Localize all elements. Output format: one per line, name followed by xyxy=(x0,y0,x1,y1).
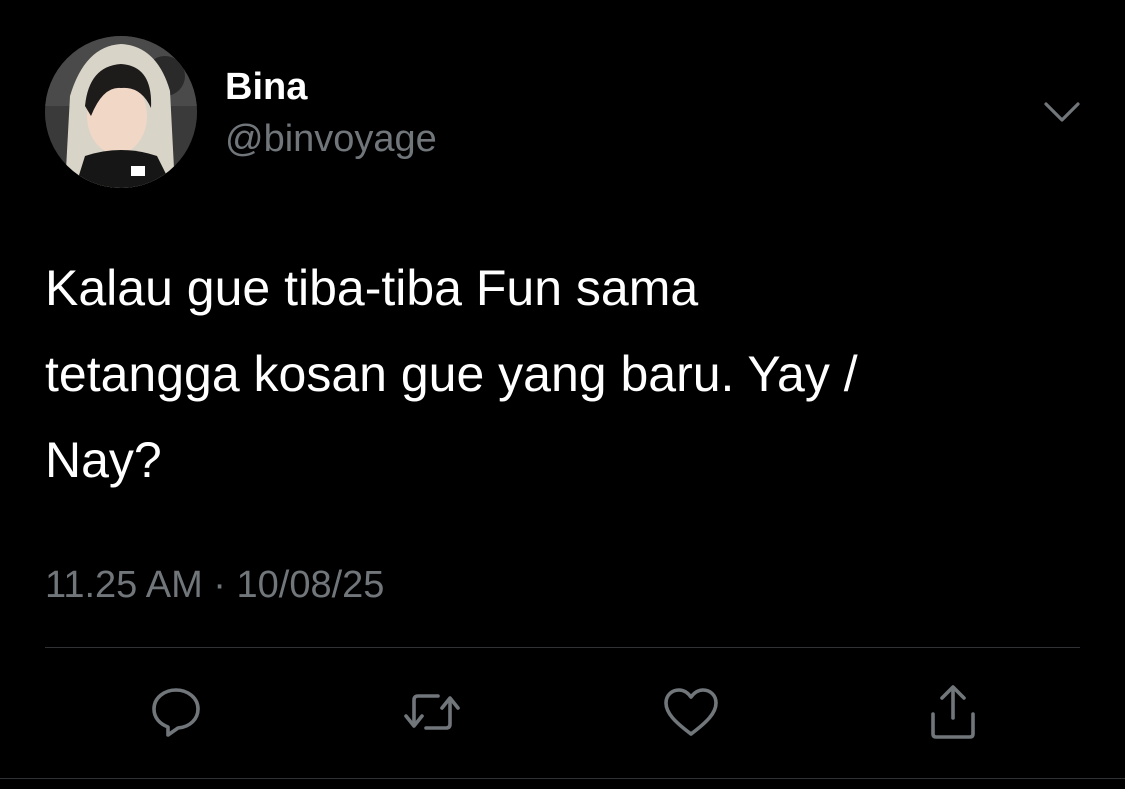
tweet-text-line: tetangga kosan gue yang baru. Yay / xyxy=(45,346,858,402)
user-handle[interactable]: @binvoyage xyxy=(225,116,437,162)
tweet-time: 11.25 AM xyxy=(45,564,203,606)
tweet-card: Bina @binvoyage Kalau gue tiba-tiba Fun … xyxy=(0,0,1125,789)
share-icon xyxy=(931,685,975,739)
tweet-text-line: Nay? xyxy=(45,432,162,488)
reply-icon xyxy=(152,688,200,737)
tweet-timestamp[interactable]: 11.25 AM · 10/08/25 xyxy=(45,560,384,610)
share-button[interactable] xyxy=(921,680,985,744)
like-button[interactable] xyxy=(659,680,723,744)
heart-icon xyxy=(664,688,718,736)
retweet-button[interactable] xyxy=(400,680,464,744)
meta-separator: · xyxy=(213,564,226,606)
avatar[interactable] xyxy=(45,36,197,188)
tweet-text: Kalau gue tiba-tiba Fun sama tetangga ko… xyxy=(45,245,1085,503)
divider xyxy=(45,647,1080,648)
reply-button[interactable] xyxy=(144,680,208,744)
bottom-divider xyxy=(0,778,1125,779)
retweet-icon xyxy=(404,694,460,730)
display-name[interactable]: Bina xyxy=(225,64,307,110)
avatar-image xyxy=(45,36,197,188)
chevron-down-icon[interactable] xyxy=(1040,96,1084,132)
tweet-text-line: Kalau gue tiba-tiba Fun sama xyxy=(45,260,699,316)
tweet-date: 10/08/25 xyxy=(236,564,385,606)
